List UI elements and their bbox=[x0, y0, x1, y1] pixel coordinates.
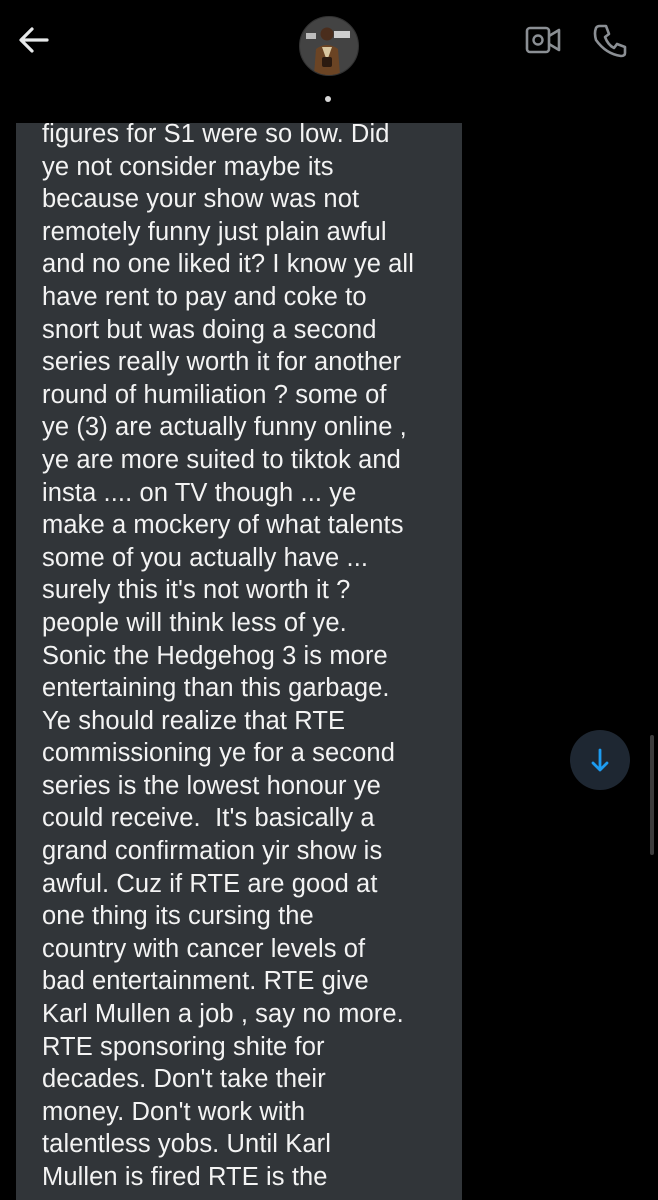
avatar[interactable] bbox=[299, 16, 359, 76]
status-dot bbox=[325, 96, 331, 102]
scroll-to-bottom-button[interactable] bbox=[570, 730, 630, 790]
phone-icon bbox=[593, 24, 627, 58]
arrow-down-icon bbox=[591, 748, 609, 772]
dm-conversation-screen: figures for S1 were so low. Did ye not c… bbox=[0, 0, 658, 1200]
scrollbar-thumb[interactable] bbox=[650, 735, 654, 855]
arrow-left-icon bbox=[19, 27, 49, 53]
video-call-button[interactable] bbox=[522, 22, 564, 58]
voice-call-button[interactable] bbox=[590, 20, 630, 60]
conversation-header bbox=[0, 0, 658, 123]
video-camera-icon bbox=[525, 26, 561, 54]
back-button[interactable] bbox=[14, 20, 54, 60]
message-text: figures for S1 were so low. Did ye not c… bbox=[42, 120, 414, 1191]
avatar-photo bbox=[300, 17, 358, 75]
